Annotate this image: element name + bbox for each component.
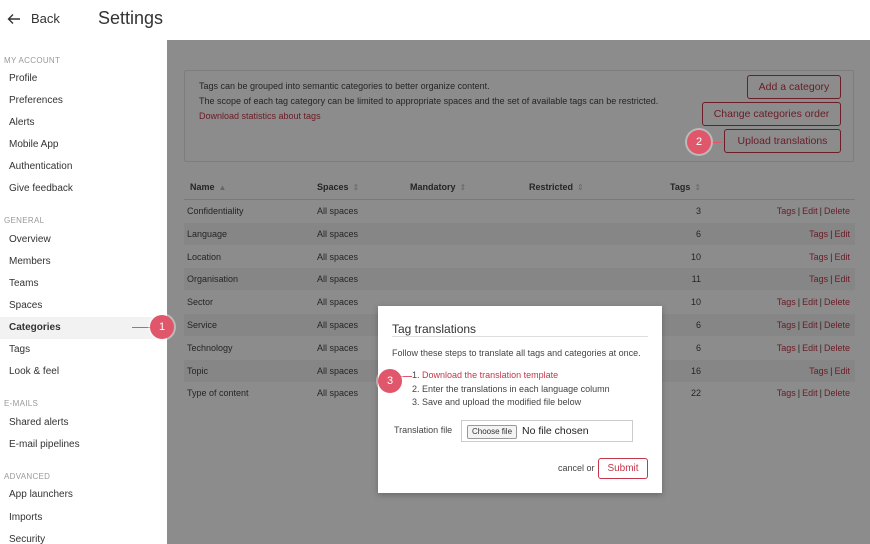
sidebar-item-security[interactable]: Security [0, 529, 167, 544]
sidebar-item-members[interactable]: Members [0, 251, 167, 273]
sidebar-item-email-pipelines[interactable]: E-mail pipelines [0, 434, 167, 456]
back-button[interactable]: Back [7, 11, 60, 26]
arrow-left-icon [7, 13, 20, 24]
sidebar-item-mobile-app[interactable]: Mobile App [0, 134, 167, 156]
callout-badge-2: 2 [687, 130, 711, 154]
sidebar-item-spaces[interactable]: Spaces [0, 295, 167, 317]
download-template-link[interactable]: Download the translation template [422, 370, 558, 380]
sidebar-item-tags[interactable]: Tags [0, 339, 167, 361]
sidebar-item-look-and-feel[interactable]: Look & feel [0, 361, 167, 383]
choose-file-button[interactable]: Choose file [467, 425, 518, 439]
cancel-link[interactable]: cancel [558, 463, 584, 473]
dialog-divider [392, 336, 648, 337]
translation-file-input[interactable]: Choose file No file chosen [461, 420, 633, 442]
sidebar-item-categories[interactable]: Categories [0, 317, 167, 339]
back-label: Back [31, 11, 60, 26]
dialog-title: Tag translations [392, 322, 477, 336]
tag-translations-dialog: Tag translations Follow these steps to t… [378, 306, 662, 493]
dialog-intro: Follow these steps to translate all tags… [392, 348, 641, 358]
sidebar-item-authentication[interactable]: Authentication [0, 156, 167, 178]
cancel-group: cancel or [558, 463, 595, 473]
step-3: 3. Save and upload the modified file bel… [412, 397, 582, 407]
sidebar-section-title: MY ACCOUNT [4, 56, 61, 65]
sidebar-item-preferences[interactable]: Preferences [0, 90, 167, 112]
sidebar-item-alerts[interactable]: Alerts [0, 112, 167, 134]
callout-badge-3: 3 [378, 369, 402, 393]
page-title: Settings [98, 8, 164, 28]
callout-connector [132, 327, 150, 328]
step-1: 1. Download the translation template [412, 370, 559, 380]
sidebar: MY ACCOUNT Profile Preferences Alerts Mo… [0, 40, 167, 544]
submit-button[interactable]: Submit [598, 458, 648, 479]
sidebar-item-profile[interactable]: Profile [0, 68, 167, 90]
sidebar-item-overview[interactable]: Overview [0, 229, 167, 251]
sidebar-item-imports[interactable]: Imports [0, 507, 167, 529]
sidebar-section-title: E-MAILS [4, 399, 39, 408]
top-bar: Back Settings [0, 0, 870, 40]
or-text: or [586, 463, 595, 473]
sidebar-section-title: GENERAL [4, 216, 45, 225]
sidebar-section-title: ADVANCED [4, 472, 51, 481]
sidebar-item-app-launchers[interactable]: App launchers [0, 484, 167, 506]
sidebar-item-teams[interactable]: Teams [0, 273, 167, 295]
file-status: No file chosen [522, 425, 589, 437]
sidebar-item-shared-alerts[interactable]: Shared alerts [0, 412, 167, 434]
translation-file-label: Translation file [394, 425, 453, 435]
sidebar-item-give-feedback[interactable]: Give feedback [0, 178, 167, 200]
callout-connector [710, 142, 722, 143]
step-2: 2. Enter the translations in each langua… [412, 384, 610, 394]
callout-badge-1: 1 [150, 315, 174, 339]
